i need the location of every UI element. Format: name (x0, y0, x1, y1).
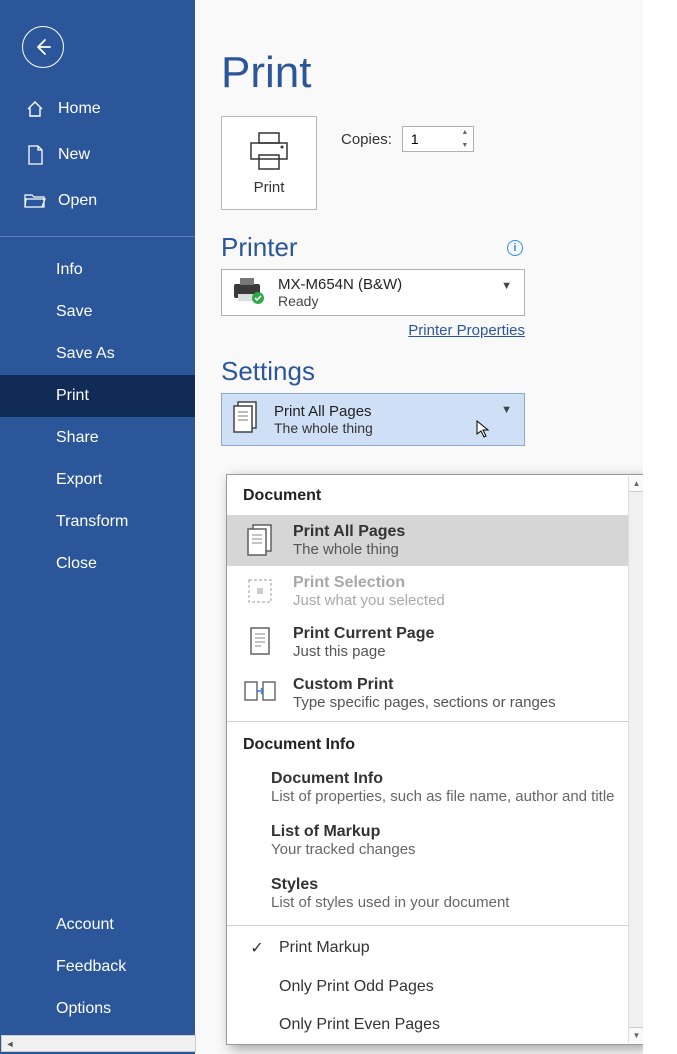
sidebar-item-saveas[interactable]: Save As (0, 333, 195, 375)
dropdown-check-print-markup[interactable]: ✓ Print Markup (227, 928, 645, 968)
backstage-sidebar: Home New Open Info Save Save As Print Sh… (0, 0, 195, 1054)
horizontal-scrollbar[interactable]: ◄ (1, 1035, 196, 1052)
print-range-title: Print All Pages (274, 403, 373, 420)
info-icon[interactable]: i (507, 240, 523, 256)
home-icon (24, 98, 46, 120)
sidebar-item-open[interactable]: Open (0, 178, 195, 224)
sidebar-item-home[interactable]: Home (0, 86, 195, 132)
page-single-icon (243, 625, 277, 659)
scroll-left-icon[interactable]: ◄ (2, 1039, 18, 1049)
dropdown-item-document-info[interactable]: Document Info List of properties, such a… (227, 764, 645, 817)
dropdown-section-document-info: Document Info (227, 724, 645, 764)
printer-status: Ready (278, 293, 402, 309)
scroll-up-icon[interactable]: ▲ (629, 476, 644, 492)
sidebar-item-new[interactable]: New (0, 132, 195, 178)
chevron-down-icon: ▼ (501, 404, 512, 416)
dropdown-item-custom-print[interactable]: Custom Print Type specific pages, sectio… (227, 668, 645, 719)
scroll-down-icon[interactable]: ▼ (629, 1027, 644, 1043)
printer-selector[interactable]: MX-M654N (B&W) Ready ▼ (221, 269, 525, 316)
printer-header: Printer i (221, 232, 523, 263)
dropdown-item-markup-list[interactable]: List of Markup Your tracked changes (227, 817, 645, 870)
copies-spinner[interactable]: ▲▼ (459, 129, 471, 149)
print-button[interactable]: Print (221, 116, 317, 210)
sidebar-item-transform[interactable]: Transform (0, 501, 195, 543)
settings-header: Settings (221, 356, 523, 387)
dropdown-item-print-selection: Print Selection Just what you selected (227, 566, 645, 617)
sidebar-item-options[interactable]: Options (0, 988, 195, 1030)
custom-pages-icon (243, 676, 277, 710)
printer-icon (247, 131, 291, 171)
dropdown-section-document: Document (227, 475, 645, 515)
pages-all-icon (243, 523, 277, 557)
copies-value: 1 (411, 131, 419, 147)
sidebar-item-feedback[interactable]: Feedback (0, 946, 195, 988)
dropdown-divider (227, 721, 645, 722)
cursor-icon (476, 420, 492, 441)
sidebar-item-label: Home (58, 100, 101, 118)
dropdown-item-print-current-page[interactable]: Print Current Page Just this page (227, 617, 645, 668)
sidebar-item-close[interactable]: Close (0, 543, 195, 585)
chevron-down-icon: ▼ (501, 280, 512, 292)
dropdown-item-print-all-pages[interactable]: Print All Pages The whole thing (227, 515, 645, 566)
sidebar-item-label: New (58, 146, 90, 164)
dropdown-divider (227, 925, 645, 926)
new-doc-icon (24, 144, 46, 166)
copies-input[interactable]: 1 ▲▼ (402, 126, 474, 152)
sidebar-item-share[interactable]: Share (0, 417, 195, 459)
dropdown-item-styles[interactable]: Styles List of styles used in your docum… (227, 870, 645, 923)
sidebar-item-save[interactable]: Save (0, 291, 195, 333)
checkmark-icon: ✓ (247, 938, 267, 958)
print-range-subtitle: The whole thing (274, 420, 373, 436)
selection-icon (243, 574, 277, 608)
arrow-left-icon (33, 37, 53, 57)
printer-device-icon (232, 276, 266, 309)
back-button[interactable] (22, 26, 64, 68)
sidebar-item-print[interactable]: Print (0, 375, 195, 417)
print-button-label: Print (254, 179, 285, 196)
sidebar-item-info[interactable]: Info (0, 249, 195, 291)
sidebar-item-account[interactable]: Account (0, 904, 195, 946)
sidebar-item-export[interactable]: Export (0, 459, 195, 501)
page-title: Print (221, 48, 677, 98)
print-range-selector[interactable]: Print All Pages The whole thing ▼ (221, 393, 525, 446)
sidebar-item-label: Open (58, 192, 97, 210)
folder-open-icon (24, 190, 46, 212)
document-pages-icon (232, 400, 260, 439)
dropdown-check-even-pages[interactable]: Only Print Even Pages (227, 1006, 645, 1044)
copies-label: Copies: (341, 131, 392, 148)
printer-properties-link[interactable]: Printer Properties (408, 322, 525, 339)
print-range-dropdown: Document Print All Pages The whole thing… (226, 474, 646, 1045)
dropdown-check-odd-pages[interactable]: Only Print Odd Pages (227, 968, 645, 1006)
printer-name: MX-M654N (B&W) (278, 276, 402, 293)
printer-properties-link-row: Printer Properties (221, 322, 525, 340)
torn-edge-decoration (643, 0, 677, 1054)
dropdown-scrollbar[interactable]: ▲ ▼ (628, 476, 644, 1043)
